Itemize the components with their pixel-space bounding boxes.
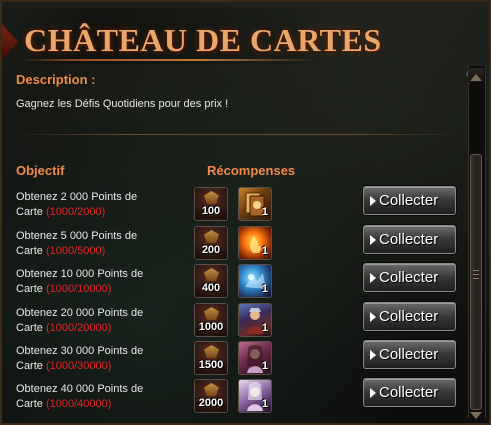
- window-title: CHÂTEAU DE CARTES: [24, 22, 382, 58]
- card-points-reward-icon: 2000: [194, 379, 228, 413]
- item-quantity: 1: [261, 283, 268, 295]
- points-amount: 200: [201, 244, 221, 256]
- frost-card-icon: 1: [238, 264, 272, 298]
- objective-column-header: Objectif: [16, 163, 65, 178]
- challenge-row: Obtenez 40 000 Points de Carte (1000/400…: [2, 378, 462, 421]
- objective-text-line2: Carte (1000/40000): [16, 398, 112, 410]
- challenge-row: Obtenez 10 000 Points de Carte (1000/100…: [2, 263, 462, 306]
- item-quantity: 1: [261, 360, 268, 372]
- collect-button[interactable]: Collecter: [363, 225, 456, 254]
- points-amount: 1500: [198, 359, 224, 371]
- play-arrow-icon: [370, 196, 376, 206]
- play-arrow-icon: [370, 312, 376, 322]
- scrollbar-grip-line: [473, 270, 479, 271]
- play-arrow-icon: [370, 235, 376, 245]
- scroll-down-arrow-icon[interactable]: [470, 412, 482, 419]
- description-text: Gagnez les Défis Quotidiens pour des pri…: [16, 98, 229, 110]
- progress-counter: (1000/20000): [45, 322, 112, 334]
- progress-counter: (1000/10000): [45, 283, 112, 295]
- points-amount: 100: [201, 205, 221, 217]
- card-points-reward-icon: 1000: [194, 303, 228, 337]
- fire-card-icon: 1: [238, 226, 272, 260]
- points-amount: 400: [201, 282, 221, 294]
- objective-text-line2: Carte (1000/5000): [16, 245, 106, 257]
- sorceress-card-icon: 1: [238, 341, 272, 375]
- progress-counter: (1000/40000): [45, 398, 112, 410]
- collect-button[interactable]: Collecter: [363, 186, 456, 215]
- points-amount: 2000: [198, 397, 224, 409]
- description-label: Description :: [16, 72, 96, 87]
- card-points-reward-icon: 400: [194, 264, 228, 298]
- scrollbar-grip-line: [473, 274, 479, 275]
- card-points-reward-icon: 1500: [194, 341, 228, 375]
- play-arrow-icon: [370, 273, 376, 283]
- collect-button[interactable]: Collecter: [363, 302, 456, 331]
- item-quantity: 1: [261, 398, 268, 410]
- objective-text: Obtenez 10 000 Points de: [16, 268, 144, 280]
- section-divider: [14, 134, 460, 135]
- objective-text: Obtenez 5 000 Points de: [16, 230, 138, 242]
- card-points-reward-icon: 100: [194, 187, 228, 221]
- item-quantity: 1: [261, 322, 268, 334]
- objective-text: Obtenez 20 000 Points de: [16, 307, 144, 319]
- collect-button[interactable]: Collecter: [363, 378, 456, 407]
- warrior-card-icon: 1: [238, 303, 272, 337]
- angel-card-icon: 1: [238, 379, 272, 413]
- progress-counter: (1000/30000): [45, 360, 112, 372]
- objective-text: Obtenez 2 000 Points de: [16, 191, 138, 203]
- objective-text-line2: Carte (1000/2000): [16, 206, 106, 218]
- play-arrow-icon: [370, 388, 376, 398]
- objective-text-line2: Carte (1000/10000): [16, 283, 112, 295]
- item-quantity: 1: [261, 206, 268, 218]
- rewards-column-header: Récompenses: [207, 163, 296, 178]
- card-castle-window: CHÂTEAU DE CARTES Description : Gagnez l…: [0, 0, 491, 425]
- play-arrow-icon: [370, 350, 376, 360]
- challenge-row: Obtenez 2 000 Points de Carte (1000/2000…: [2, 186, 462, 229]
- objective-text-line2: Carte (1000/20000): [16, 322, 112, 334]
- objective-text: Obtenez 40 000 Points de: [16, 383, 144, 395]
- title-underline: [18, 59, 318, 61]
- scrollbar-thumb[interactable]: [470, 154, 482, 410]
- scroll-up-arrow-icon[interactable]: [470, 74, 482, 81]
- collect-button[interactable]: Collecter: [363, 263, 456, 292]
- progress-counter: (1000/2000): [45, 206, 106, 218]
- collect-button[interactable]: Collecter: [363, 340, 456, 369]
- scrollbar-grip-line: [473, 278, 479, 279]
- progress-counter: (1000/5000): [45, 245, 106, 257]
- objective-text-line2: Carte (1000/30000): [16, 360, 112, 372]
- objective-text: Obtenez 30 000 Points de: [16, 345, 144, 357]
- points-amount: 1000: [198, 321, 224, 333]
- card-pack-icon: 1: [238, 187, 272, 221]
- card-points-reward-icon: 200: [194, 226, 228, 260]
- item-quantity: 1: [261, 245, 268, 257]
